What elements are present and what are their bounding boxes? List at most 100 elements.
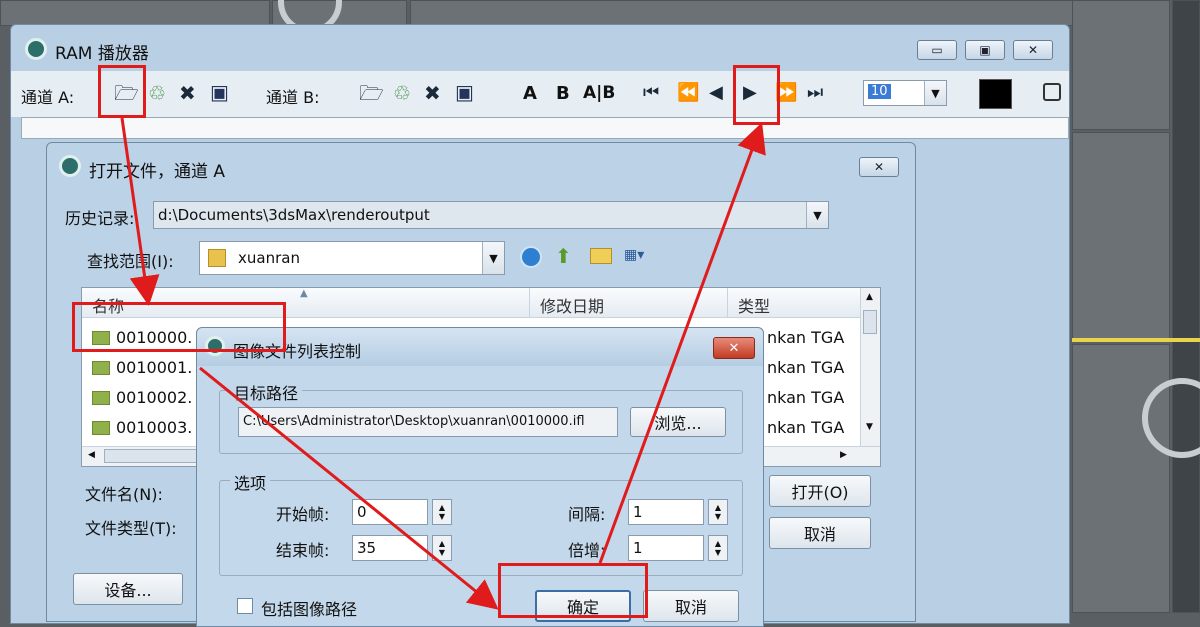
include-path-label: 包括图像路径 [261, 600, 358, 619]
column-divider [727, 288, 728, 318]
desktop-panel [410, 0, 1170, 26]
ratio-select[interactable]: 10 ▼ [863, 80, 947, 106]
multiplier-label: 倍增: [568, 541, 606, 560]
file-type: nkan TGA [767, 388, 845, 407]
channel-a-button[interactable]: A [523, 83, 537, 104]
file-row[interactable]: 0010001. [92, 358, 192, 377]
new-folder-icon[interactable] [590, 248, 612, 264]
lookin-value: xuanran [238, 249, 300, 267]
maximize-button[interactable]: ▣ [965, 40, 1005, 60]
every-spinner[interactable]: ▲ ▼ [708, 499, 728, 525]
setup-button[interactable]: 设备... [73, 573, 183, 605]
ram-titlebar: RAM 播放器 ▭ ▣ ✕ [11, 25, 1069, 71]
vertical-scrollbar[interactable]: ▲ ▼ [860, 288, 880, 446]
every-input[interactable]: 1 [628, 499, 704, 525]
scroll-thumb[interactable] [863, 310, 877, 334]
start-frame-spinner[interactable]: ▲ ▼ [432, 499, 452, 525]
end-frame-label: 结束帧: [276, 541, 330, 560]
up-folder-icon[interactable]: ⬆ [555, 244, 572, 268]
column-type[interactable]: 类型 [738, 293, 770, 317]
history-value: d:\Documents\3dsMax\renderoutput [158, 206, 430, 224]
channel-b-button[interactable]: B [556, 83, 570, 104]
file-row[interactable]: 0010002. [92, 388, 192, 407]
image-file-icon [92, 390, 110, 405]
file-row[interactable]: 0010003. [92, 418, 192, 437]
back-icon[interactable] [520, 246, 542, 268]
cancel-button[interactable]: 取消 [643, 590, 739, 622]
close-button[interactable]: ✕ [859, 157, 899, 177]
target-path-title: 目标路径 [230, 380, 303, 404]
history-label: 历史记录: [65, 209, 135, 228]
desktop-panel [1072, 344, 1170, 613]
desktop-panel [1072, 132, 1170, 342]
ram-viewport [21, 117, 1069, 139]
close-button[interactable]: ✕ [1013, 40, 1053, 60]
every-label: 间隔: [568, 505, 606, 524]
desktop-panel [1072, 0, 1170, 130]
open-dialog-title: 打开文件，通道 A [89, 162, 226, 182]
scroll-up-icon[interactable]: ▲ [866, 292, 873, 302]
start-frame-input[interactable]: 0 [352, 499, 428, 525]
open-button[interactable]: 打开(O) [769, 475, 871, 507]
highlight-ok-button [498, 563, 648, 618]
split-ab-button[interactable]: A|B [583, 83, 615, 103]
minimize-button[interactable]: ▭ [917, 40, 957, 60]
highlight-open-folder [98, 65, 146, 118]
folder-icon [208, 249, 226, 267]
first-frame-icon[interactable]: ⏮ [643, 84, 659, 102]
cancel-button[interactable]: 取消 [769, 517, 871, 549]
highlight-first-file [72, 302, 286, 352]
app-logo-icon [25, 38, 47, 60]
prev-frame-icon[interactable]: ⏪ [677, 84, 699, 102]
browse-button[interactable]: 浏览... [630, 407, 726, 437]
color-swatch[interactable] [979, 79, 1012, 109]
history-combo[interactable]: d:\Documents\3dsMax\renderoutput ▼ [153, 201, 829, 229]
file-type: nkan TGA [767, 358, 845, 377]
filetype-label: 文件类型(T): [85, 519, 177, 538]
chevron-down-icon: ▼ [924, 81, 946, 105]
image-file-icon [92, 360, 110, 375]
multiplier-spinner[interactable]: ▲ ▼ [708, 535, 728, 561]
file-type: nkan TGA [767, 328, 845, 347]
ram-title: RAM 播放器 [55, 44, 149, 64]
save-icon[interactable]: ▣ [210, 82, 229, 102]
column-date[interactable]: 修改日期 [540, 293, 604, 317]
chevron-down-icon: ▼ [806, 202, 828, 228]
view-menu-icon[interactable]: ▦▾ [624, 247, 656, 267]
load-icon[interactable]: ♲ [148, 83, 166, 103]
last-frame-icon[interactable]: ⏭ [807, 84, 823, 102]
column-divider [529, 288, 530, 318]
options-group: 选项 开始帧: 0 ▲ ▼ 结束帧: 35 ▲ ▼ 间隔: 1 ▲ ▼ 倍增: 1 ▲… [219, 470, 743, 576]
scroll-right-icon[interactable]: ▶ [840, 450, 847, 460]
target-path-group: 目标路径 C:\Users\Administrator\Desktop\xuan… [219, 380, 743, 454]
desktop-accent-line [1072, 338, 1200, 342]
lookin-combo[interactable]: xuanran ▼ [199, 241, 505, 275]
save-icon[interactable]: ▣ [455, 82, 474, 102]
filename-label: 文件名(N): [85, 485, 163, 504]
include-path-checkbox[interactable] [237, 598, 253, 614]
prev-icon[interactable]: ◀ [709, 84, 723, 102]
end-frame-input[interactable]: 35 [352, 535, 428, 561]
load-icon[interactable]: ♲ [393, 83, 411, 103]
scroll-thumb[interactable] [104, 449, 204, 463]
ratio-value: 10 [868, 84, 891, 99]
end-frame-spinner[interactable]: ▲ ▼ [432, 535, 452, 561]
chevron-down-icon: ▼ [482, 242, 504, 274]
scroll-left-icon[interactable]: ◀ [88, 450, 95, 460]
sort-arrow-icon: ▲ [300, 288, 308, 299]
ram-toolbar: 通道 A: 🗁 ♲ ✖ ▣ 通道 B: 🗁 ♲ ✖ ▣ A B A|B ⏮ ⏪ … [11, 71, 1069, 117]
scroll-down-icon[interactable]: ▼ [866, 422, 873, 432]
close-icon[interactable]: ✖ [424, 83, 441, 103]
multiplier-input[interactable]: 1 [628, 535, 704, 561]
close-button[interactable]: ✕ [713, 337, 755, 359]
file-type: nkan TGA [767, 418, 845, 437]
clone-window-icon[interactable] [1043, 83, 1061, 101]
close-icon[interactable]: ✖ [179, 83, 196, 103]
target-path-field[interactable]: C:\Users\Administrator\Desktop\xuanran\0… [238, 407, 618, 437]
channel-a-label: 通道 A: [21, 88, 75, 107]
channel-b-label: 通道 B: [266, 88, 320, 107]
start-frame-label: 开始帧: [276, 505, 330, 524]
desktop-panel [0, 0, 270, 26]
open-folder-icon[interactable]: 🗁 [359, 83, 384, 103]
image-file-icon [92, 420, 110, 435]
